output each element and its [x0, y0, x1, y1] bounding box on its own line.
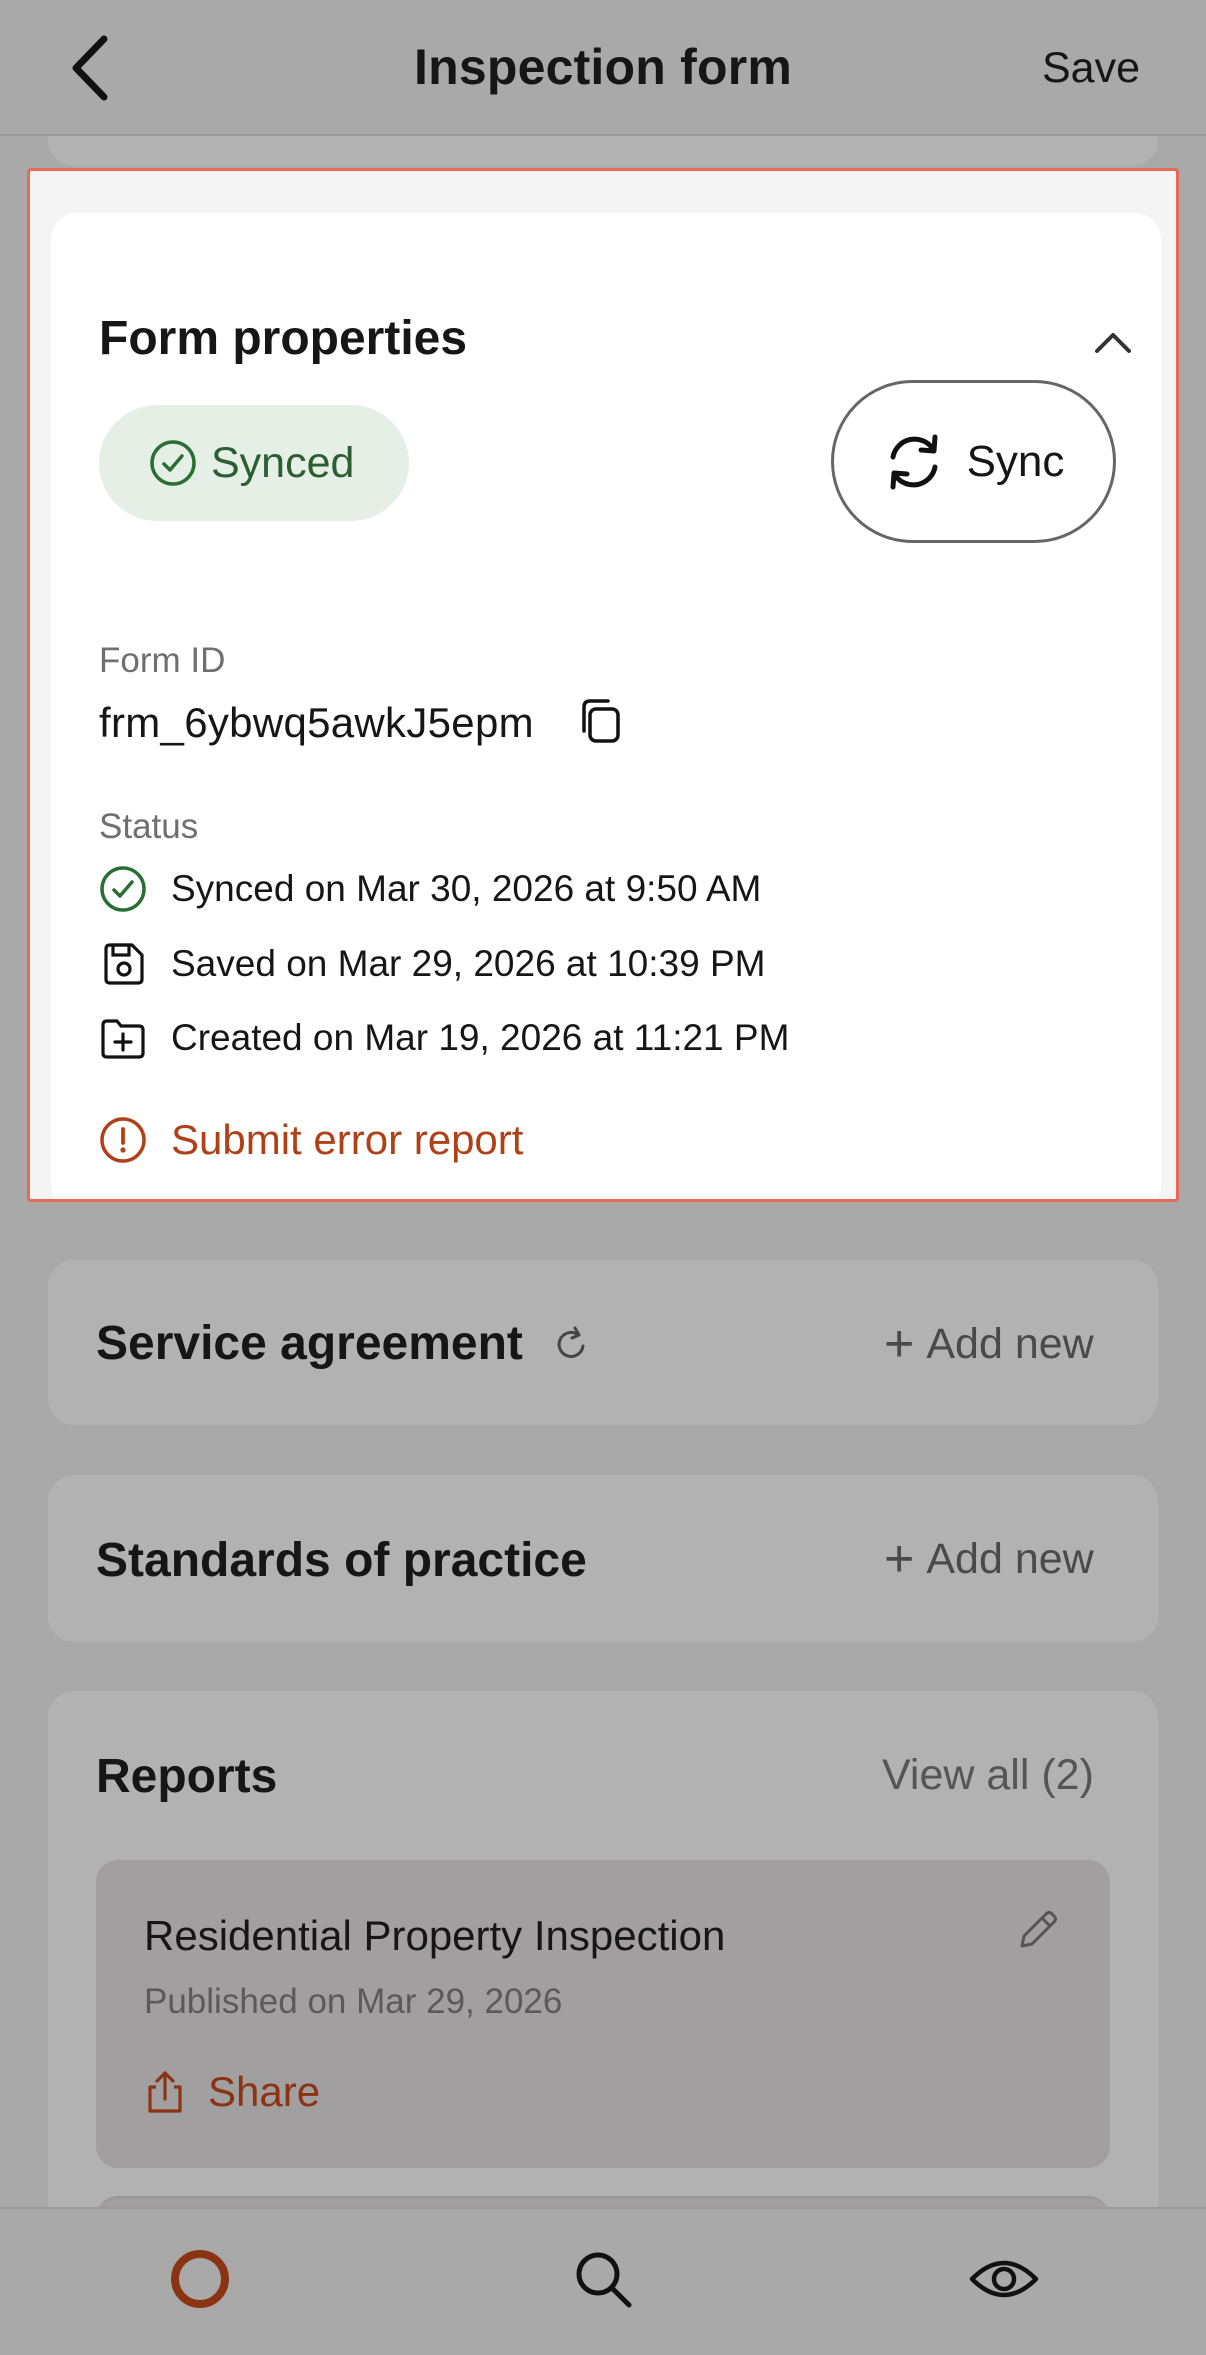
sync-button-label: Sync: [966, 436, 1065, 486]
plus-icon: +: [884, 1315, 915, 1373]
bottom-navigation: [0, 2207, 1206, 2355]
form-id-label: Form ID: [99, 641, 226, 680]
add-new-label: Add new: [926, 1534, 1094, 1583]
report-title: Residential Property Inspection: [144, 1912, 726, 1959]
copy-icon: [582, 699, 620, 743]
standards-add-button[interactable]: + Add new: [884, 1533, 1094, 1585]
submit-error-report-link[interactable]: Submit error report: [99, 1116, 523, 1164]
status-label: Status: [99, 807, 199, 846]
top-app-bar: Inspection form Save: [0, 0, 1206, 136]
previous-card-edge: [48, 136, 1158, 166]
chevron-up-icon: [1095, 333, 1131, 353]
folder-plus-icon: [101, 1019, 145, 1059]
tab-home[interactable]: [160, 2239, 240, 2319]
share-report-button[interactable]: Share: [144, 2068, 320, 2116]
form-id-value: frm_6ybwq5awkJ5epm: [99, 699, 534, 746]
check-circle-icon: [150, 440, 196, 486]
service-agreement-add-button[interactable]: + Add new: [884, 1318, 1094, 1370]
copy-button[interactable]: [576, 695, 624, 747]
tab-search[interactable]: [563, 2239, 643, 2319]
report-list-item[interactable]: Residential Property Inspection Publishe…: [96, 1860, 1110, 2168]
reports-title: Reports: [96, 1750, 278, 1803]
refresh-icon[interactable]: [551, 1324, 591, 1364]
collapse-button[interactable]: [1085, 315, 1141, 371]
sync-icon: [890, 434, 938, 489]
save-button[interactable]: Save: [990, 44, 1140, 93]
check-circle-icon: [100, 866, 146, 912]
home-circle-icon: [171, 2250, 229, 2308]
tab-preview[interactable]: [964, 2239, 1044, 2319]
status-row-synced: Synced on Mar 30, 2026 at 9:50 AM: [99, 865, 761, 913]
synced-status-label: Synced: [211, 438, 355, 487]
synced-status-badge: Synced: [99, 405, 409, 521]
share-icon: [148, 2071, 182, 2113]
search-icon: [576, 2252, 632, 2308]
submit-error-report-label: Submit error report: [171, 1116, 524, 1163]
standards-title: Standards of practice: [96, 1534, 587, 1587]
service-agreement-card: Service agreement + Add new: [48, 1260, 1158, 1425]
service-agreement-title: Service agreement: [96, 1317, 523, 1370]
report-date: Published on Mar 29, 2026: [144, 1982, 563, 2021]
plus-icon: +: [884, 1530, 915, 1588]
standards-of-practice-card: Standards of practice + Add new: [48, 1475, 1158, 1642]
form-properties-title: Form properties: [99, 312, 468, 365]
status-row-text: Synced on Mar 30, 2026 at 9:50 AM: [171, 868, 762, 909]
share-label: Share: [208, 2068, 321, 2115]
edit-report-button[interactable]: [1014, 1906, 1062, 1954]
status-row-text: Saved on Mar 29, 2026 at 10:39 PM: [171, 943, 766, 984]
sync-button[interactable]: Sync: [831, 380, 1116, 543]
add-new-label: Add new: [926, 1319, 1094, 1368]
status-row-text: Created on Mar 19, 2026 at 11:21 PM: [171, 1017, 790, 1058]
form-properties-highlight: Form properties Synced Sync Form ID frm_…: [27, 168, 1179, 1202]
pencil-icon: [1020, 1911, 1057, 1948]
form-properties-card: Form properties Synced Sync Form ID frm_…: [51, 213, 1161, 1199]
status-row-created: Created on Mar 19, 2026 at 11:21 PM: [99, 1014, 789, 1062]
save-disk-icon: [104, 943, 144, 985]
status-row-saved: Saved on Mar 29, 2026 at 10:39 PM: [99, 940, 765, 988]
eye-icon: [969, 2260, 1039, 2298]
alert-circle-icon: [100, 1117, 146, 1163]
view-all-reports-link[interactable]: View all (2): [882, 1751, 1094, 1800]
